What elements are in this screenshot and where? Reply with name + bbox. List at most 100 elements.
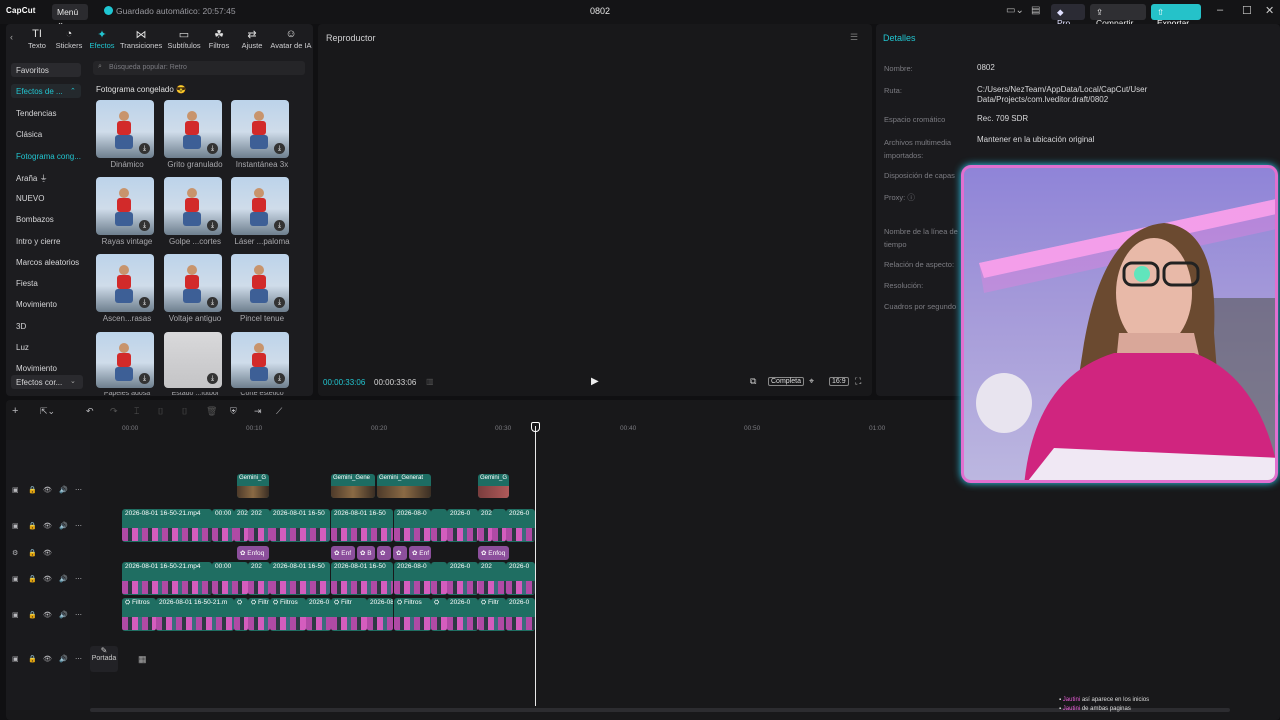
pro-button[interactable]: ◆ Pro — [1051, 4, 1085, 28]
screenshot-icon[interactable]: ⌖ — [809, 376, 814, 387]
effect-clip[interactable]: ✿ Enfoq — [478, 546, 509, 560]
filter-clip[interactable]: ⛭ Filtr — [331, 598, 367, 631]
sidebar-item-3d[interactable]: 3D — [16, 322, 26, 331]
effect-clip[interactable]: ✿ Enf — [331, 546, 355, 560]
sidebar-item-intro[interactable]: Intro y cierre — [16, 237, 60, 246]
play-icon[interactable]: ▶ — [591, 376, 599, 387]
effect-clip[interactable]: ✿ — [377, 546, 391, 560]
filter-clip[interactable]: 2026-08-0 — [367, 598, 393, 631]
more-icon[interactable]: ⋯ — [75, 611, 82, 619]
quality-button[interactable]: Completa — [768, 377, 804, 386]
freeze-icon[interactable]: ⇥ — [254, 406, 262, 417]
collapse-icon[interactable]: ‹ — [10, 32, 13, 42]
video-clip[interactable]: 2026-08-0 — [394, 562, 431, 595]
undo-icon[interactable]: ↶ — [86, 406, 94, 417]
select-tool-icon[interactable]: ⇱⌄ — [40, 406, 55, 417]
video-clip[interactable] — [431, 509, 447, 542]
download-icon[interactable]: ⤓ — [274, 143, 285, 154]
visibility-icon[interactable]: 👁 — [43, 655, 52, 663]
video-clip[interactable]: 2026-08-01 16-50 — [270, 509, 330, 542]
gemini-clip[interactable]: Gemini_G — [237, 474, 269, 498]
close-icon[interactable]: ✕ — [1265, 4, 1274, 17]
tab-text[interactable]: TI Texto — [24, 28, 50, 50]
export-button[interactable]: ⇧ Exportar — [1151, 4, 1201, 28]
effect-thumbnail[interactable]: ⤓ — [231, 254, 289, 312]
visibility-icon[interactable]: 👁 — [43, 611, 52, 619]
tab-ai-avatar[interactable]: ☺ Avatar de IA — [270, 28, 312, 50]
trim-left-icon[interactable]: ⌷ — [158, 406, 163, 417]
split-icon[interactable]: ⌶ — [134, 406, 139, 417]
visibility-icon[interactable]: 👁 — [43, 549, 52, 557]
playhead[interactable] — [535, 426, 536, 706]
video-clip[interactable]: 202 — [248, 509, 270, 542]
effect-track-icon[interactable]: ⚙ — [12, 549, 18, 557]
player-menu-icon[interactable]: ☰ — [850, 32, 858, 43]
filter-clip[interactable]: 2026-0 — [447, 598, 478, 631]
sidebar-item-movement-2[interactable]: Movimiento — [16, 364, 57, 372]
effect-thumbnail[interactable]: ⤓ — [96, 100, 154, 158]
cover-button[interactable]: ✎ Portada — [90, 646, 118, 672]
redo-icon[interactable]: ↷ — [110, 406, 118, 417]
gemini-clip[interactable]: Gemini_Gene — [331, 474, 375, 498]
video-clip[interactable]: 2026-08-01 16-50 — [331, 562, 393, 595]
sidebar-item-effects[interactable]: Efectos de ... — [16, 87, 63, 96]
visibility-icon[interactable]: 👁 — [43, 575, 52, 583]
video-clip[interactable]: 00:00 — [212, 562, 248, 595]
effect-thumbnail[interactable]: ⤓ — [164, 100, 222, 158]
track-type-icon[interactable]: ▣ — [12, 575, 19, 583]
shield-icon[interactable]: ⛨ — [230, 406, 237, 417]
effect-thumbnail[interactable]: ⤓ — [96, 177, 154, 235]
effect-thumbnail[interactable]: ⤓ — [231, 332, 289, 388]
sidebar-item-frames[interactable]: Marcos aleatorios — [16, 258, 79, 267]
effect-thumbnail[interactable]: ⤓ — [231, 177, 289, 235]
download-icon[interactable]: ⤓ — [274, 297, 285, 308]
sidebar-item-trending[interactable]: Tendencias — [16, 109, 56, 118]
effect-clip[interactable]: ✿ Enf — [409, 546, 431, 560]
sidebar-item-classic[interactable]: Clásica — [16, 130, 42, 139]
tab-effects[interactable]: ✦ Efectos — [88, 28, 116, 50]
download-icon[interactable]: ⤓ — [139, 143, 150, 154]
visibility-icon[interactable]: 👁 — [43, 522, 52, 530]
ratio-button[interactable]: 16:9 — [829, 377, 849, 386]
video-clip[interactable]: 202 — [234, 509, 248, 542]
filter-clip[interactable]: ⛭ Filtr — [248, 598, 270, 631]
keyboard-icon[interactable]: ▤ — [1031, 5, 1040, 16]
menu-button[interactable]: Menú ⌄ — [52, 4, 88, 27]
maximize-icon[interactable]: ☐ — [1242, 4, 1252, 17]
tab-subtitles[interactable]: ▭ Subtítulos — [165, 28, 203, 50]
magic-icon[interactable]: ⟋ — [276, 406, 282, 417]
effect-clip[interactable]: ✿ — [393, 546, 407, 560]
track-type-icon[interactable]: ▣ — [12, 486, 19, 494]
download-icon[interactable]: ⤓ — [139, 297, 150, 308]
sidebar-item-spider[interactable]: Araña ⏚ — [16, 173, 48, 184]
video-clip[interactable] — [492, 509, 506, 542]
share-button[interactable]: ⇪ Compartir — [1090, 4, 1146, 28]
sidebar-item-light[interactable]: Luz — [16, 343, 29, 352]
delete-icon[interactable]: 🗑 — [206, 406, 217, 417]
filter-clip[interactable]: ⛭ — [431, 598, 447, 631]
track-type-icon[interactable]: ▣ — [12, 611, 19, 619]
more-icon[interactable]: ⋯ — [75, 522, 82, 530]
filter-clip[interactable]: ⛭ Filtros — [394, 598, 431, 631]
lock-icon[interactable]: 🔒 — [28, 486, 37, 494]
video-clip[interactable]: 202 — [478, 509, 492, 542]
search-input[interactable]: ⌕ Búsqueda popular: Retro — [93, 61, 305, 75]
playhead-handle[interactable] — [531, 422, 540, 432]
filter-clip[interactable]: 2026-0 — [506, 598, 535, 631]
filter-clip[interactable]: ⛭ Filtros — [270, 598, 306, 631]
sidebar-item-new[interactable]: NUEVO — [16, 194, 44, 203]
lock-icon[interactable]: 🔒 — [28, 549, 37, 557]
video-clip[interactable]: 2026-08-01 16-50 — [331, 509, 393, 542]
download-icon[interactable]: ⤓ — [274, 373, 285, 384]
sidebar-item-favorites[interactable]: Favoritos — [16, 66, 49, 75]
video-clip[interactable]: 2026-0 — [506, 562, 535, 595]
audio-icon[interactable]: 🔊 — [59, 611, 68, 619]
add-track-icon[interactable]: + — [12, 405, 18, 417]
lock-icon[interactable]: 🔒 — [28, 575, 37, 583]
minimize-icon[interactable]: – — [1217, 4, 1223, 16]
video-clip[interactable]: 2026-0 — [447, 509, 478, 542]
more-icon[interactable]: ⋯ — [75, 655, 82, 663]
track-type-icon[interactable]: ▣ — [12, 655, 19, 663]
filter-clip[interactable]: 2026-08-01 16-50-21.m — [156, 598, 234, 631]
video-clip[interactable]: 2026-08-01 16-50-21.mp4 — [122, 562, 212, 595]
